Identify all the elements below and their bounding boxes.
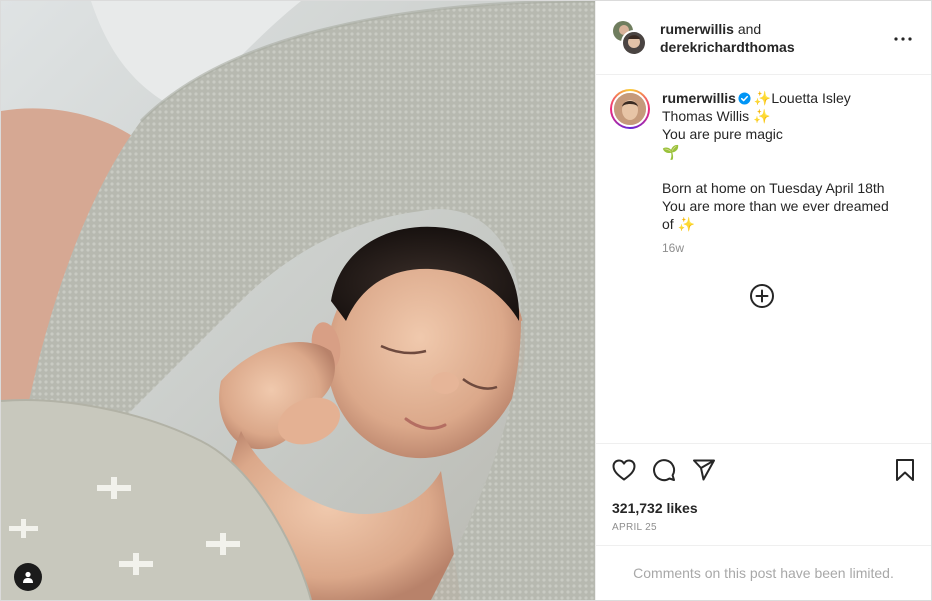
caption-line: Thomas Willis ✨ (662, 108, 771, 124)
more-options-button[interactable] (891, 27, 915, 51)
likes-section: 321,732 likes APRIL 25 (596, 495, 931, 545)
caption-avatar[interactable] (612, 91, 648, 127)
newborn-photo (1, 1, 595, 600)
caption-line: Born at home on Tuesday April 18th (662, 180, 885, 196)
save-button[interactable] (891, 456, 919, 484)
paper-plane-icon (693, 459, 715, 480)
tagged-users-button[interactable] (14, 563, 42, 591)
username-link-1[interactable]: rumerwillis (660, 21, 734, 37)
caption-username[interactable]: rumerwillis (662, 90, 736, 106)
caption-line: You are more than we ever dreamed (662, 198, 889, 214)
caption-line: 🌱 (662, 144, 680, 160)
user-tag-icon (23, 571, 33, 583)
action-bar (596, 443, 931, 495)
share-button[interactable] (690, 456, 718, 484)
collab-usernames: rumerwillis and derekrichardthomas (660, 20, 795, 56)
caption-line (662, 161, 902, 179)
caption-line: You are pure magic (662, 126, 783, 142)
post-header: rumerwillis and derekrichardthomas (596, 1, 931, 75)
and-label: and (737, 20, 762, 37)
caption-line: of ✨ (662, 216, 695, 232)
post-sidebar: rumerwillis and derekrichardthomas rumer… (595, 1, 931, 600)
verified-badge-icon (738, 92, 751, 105)
post-age[interactable]: 16w (662, 239, 902, 257)
collab-avatars[interactable] (612, 19, 648, 56)
bookmark-icon (896, 458, 914, 481)
caption-line: ✨Louetta Isley (753, 90, 851, 106)
plus-circle-icon (750, 284, 774, 308)
comments-limited-notice: Comments on this post have been limited. (596, 545, 931, 600)
caption-avatar-ring[interactable] (610, 89, 650, 129)
caption-area: rumerwillis ✨Louetta Isley Thomas Willis … (596, 75, 931, 443)
load-more-comments-button[interactable] (749, 283, 775, 309)
caption-text: rumerwillis ✨Louetta Isley Thomas Willis … (662, 89, 902, 443)
likes-count[interactable]: 321,732 likes (612, 499, 698, 517)
avatar-primary[interactable] (621, 29, 647, 56)
more-horizontal-icon (894, 37, 912, 41)
post-date[interactable]: APRIL 25 (612, 522, 915, 533)
heart-icon (612, 459, 636, 480)
comment-icon (653, 458, 676, 481)
comment-button[interactable] (650, 456, 678, 484)
username-link-2[interactable]: derekrichardthomas (660, 39, 795, 55)
post-photo[interactable] (1, 1, 595, 600)
like-button[interactable] (610, 456, 638, 484)
instagram-post: rumerwillis and derekrichardthomas rumer… (0, 0, 932, 601)
